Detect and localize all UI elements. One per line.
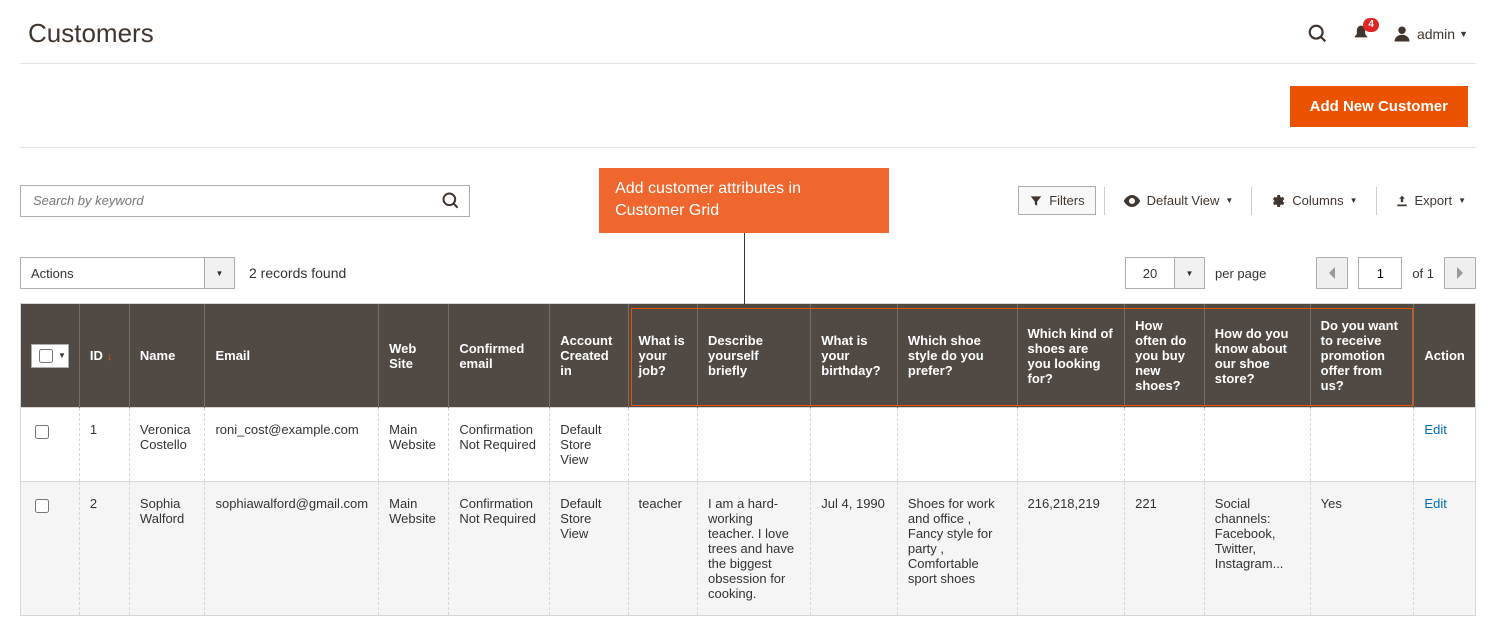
cell-describe: I am a hard-working teacher. I love tree…: [698, 482, 811, 616]
cell-confirmed: Confirmation Not Required: [449, 408, 550, 482]
divider: [1251, 187, 1252, 215]
search-box[interactable]: [20, 185, 470, 217]
chevron-down-icon: ▼: [204, 258, 234, 288]
row-checkbox[interactable]: [35, 425, 49, 439]
cell-how-often: 221: [1125, 482, 1205, 616]
col-shoe-style[interactable]: Which shoe style do you prefer?: [897, 304, 1017, 408]
account-username: admin: [1417, 26, 1455, 42]
total-pages-label: of 1: [1412, 266, 1434, 281]
cell-describe: [698, 408, 811, 482]
grid-header: ▼ ID↓ Name Email Web Site Confirmed emai…: [21, 304, 1475, 408]
grid-toolbar-secondary: Actions ▼ 2 records found 20 ▼ per page …: [20, 241, 1476, 303]
cell-shoe-kind: 216,218,219: [1017, 482, 1125, 616]
per-page-label: per page: [1215, 266, 1266, 281]
chevron-down-icon: ▼: [1350, 196, 1358, 205]
notifications-icon[interactable]: 4: [1351, 24, 1371, 44]
col-job[interactable]: What is your job?: [628, 304, 698, 408]
header-actions: 4 admin ▼: [1307, 23, 1468, 45]
col-shoe-kind[interactable]: Which kind of shoes are you looking for?: [1017, 304, 1125, 408]
cell-shoe-style: [897, 408, 1017, 482]
prev-page-button[interactable]: [1316, 257, 1348, 289]
cell-how-often: [1125, 408, 1205, 482]
col-name[interactable]: Name: [129, 304, 205, 408]
edit-link[interactable]: Edit: [1424, 422, 1446, 437]
col-describe[interactable]: Describe yourself briefly: [698, 304, 811, 408]
export-label: Export: [1415, 193, 1453, 208]
cell-email: roni_cost@example.com: [205, 408, 379, 482]
page-header: Customers 4 admin ▼: [20, 0, 1476, 64]
default-view-label: Default View: [1147, 193, 1220, 208]
filters-label: Filters: [1049, 193, 1084, 208]
cell-how-know: [1204, 408, 1310, 482]
cell-id: 2: [79, 482, 129, 616]
cell-promo: Yes: [1310, 482, 1414, 616]
mass-actions-label: Actions: [21, 266, 204, 281]
row-checkbox[interactable]: [35, 499, 49, 513]
col-website[interactable]: Web Site: [379, 304, 449, 408]
search-icon[interactable]: [1307, 23, 1329, 45]
edit-link[interactable]: Edit: [1424, 496, 1446, 511]
current-page-input[interactable]: [1358, 257, 1402, 289]
chevron-down-icon: ▼: [1174, 258, 1204, 288]
cell-website: Main Website: [379, 482, 449, 616]
col-promo[interactable]: Do you want to receive promotion offer f…: [1310, 304, 1414, 408]
cell-created-in: Default Store View: [550, 408, 628, 482]
cell-name: Sophia Walford: [129, 482, 205, 616]
cell-name: Veronica Costello: [129, 408, 205, 482]
columns-label: Columns: [1292, 193, 1343, 208]
chevron-down-icon: ▼: [1458, 196, 1466, 205]
col-how-often[interactable]: How often do you buy new shoes?: [1125, 304, 1205, 408]
grid-body: 1 Veronica Costello roni_cost@example.co…: [21, 408, 1475, 616]
page-size-select[interactable]: 20 ▼: [1125, 257, 1205, 289]
action-bar: Add New Customer: [20, 64, 1476, 148]
cell-promo: [1310, 408, 1414, 482]
cell-birthday: [811, 408, 898, 482]
page-size-value: 20: [1126, 266, 1174, 281]
columns-button[interactable]: Columns ▼: [1260, 187, 1367, 215]
sort-arrow-icon: ↓: [107, 351, 113, 363]
chevron-down-icon: ▼: [1459, 29, 1468, 39]
notifications-badge: 4: [1363, 18, 1379, 32]
divider: [1376, 187, 1377, 215]
col-created-in[interactable]: Account Created in: [550, 304, 628, 408]
page-title: Customers: [28, 18, 1307, 49]
account-menu[interactable]: admin ▼: [1393, 25, 1468, 43]
table-row: 1 Veronica Costello roni_cost@example.co…: [21, 408, 1475, 482]
callout-tooltip: Add customer attributes in Customer Grid: [599, 168, 889, 233]
select-all-checkbox[interactable]: ▼: [31, 344, 69, 368]
customer-grid: ▼ ID↓ Name Email Web Site Confirmed emai…: [20, 303, 1476, 616]
col-birthday[interactable]: What is your birthday?: [811, 304, 898, 408]
cell-email: sophiawalford@gmail.com: [205, 482, 379, 616]
cell-created-in: Default Store View: [550, 482, 628, 616]
cell-shoe-kind: [1017, 408, 1125, 482]
default-view-button[interactable]: Default View ▼: [1113, 187, 1244, 214]
next-page-button[interactable]: [1444, 257, 1476, 289]
export-button[interactable]: Export ▼: [1385, 187, 1477, 214]
col-how-know[interactable]: How do you know about our shoe store?: [1204, 304, 1310, 408]
search-input[interactable]: [31, 192, 441, 209]
grid-toolbar: Add customer attributes in Customer Grid…: [20, 148, 1476, 241]
cell-how-know: Social channels: Facebook, Twitter, Inst…: [1204, 482, 1310, 616]
divider: [1104, 187, 1105, 215]
cell-job: teacher: [628, 482, 698, 616]
search-submit-icon[interactable]: [441, 191, 461, 211]
records-found: 2 records found: [249, 265, 346, 281]
col-email[interactable]: Email: [205, 304, 379, 408]
chevron-down-icon: ▼: [1225, 196, 1233, 205]
mass-actions-dropdown[interactable]: Actions ▼: [20, 257, 235, 289]
add-new-customer-button[interactable]: Add New Customer: [1290, 86, 1468, 127]
cell-id: 1: [79, 408, 129, 482]
table-row: 2 Sophia Walford sophiawalford@gmail.com…: [21, 482, 1475, 616]
col-confirmed[interactable]: Confirmed email: [449, 304, 550, 408]
cell-birthday: Jul 4, 1990: [811, 482, 898, 616]
cell-website: Main Website: [379, 408, 449, 482]
pagination: 20 ▼ per page of 1: [1125, 257, 1476, 289]
cell-shoe-style: Shoes for work and office , Fancy style …: [897, 482, 1017, 616]
cell-job: [628, 408, 698, 482]
col-id[interactable]: ID↓: [79, 304, 129, 408]
col-action: Action: [1414, 304, 1475, 408]
filters-button[interactable]: Filters: [1018, 186, 1095, 215]
cell-confirmed: Confirmation Not Required: [449, 482, 550, 616]
